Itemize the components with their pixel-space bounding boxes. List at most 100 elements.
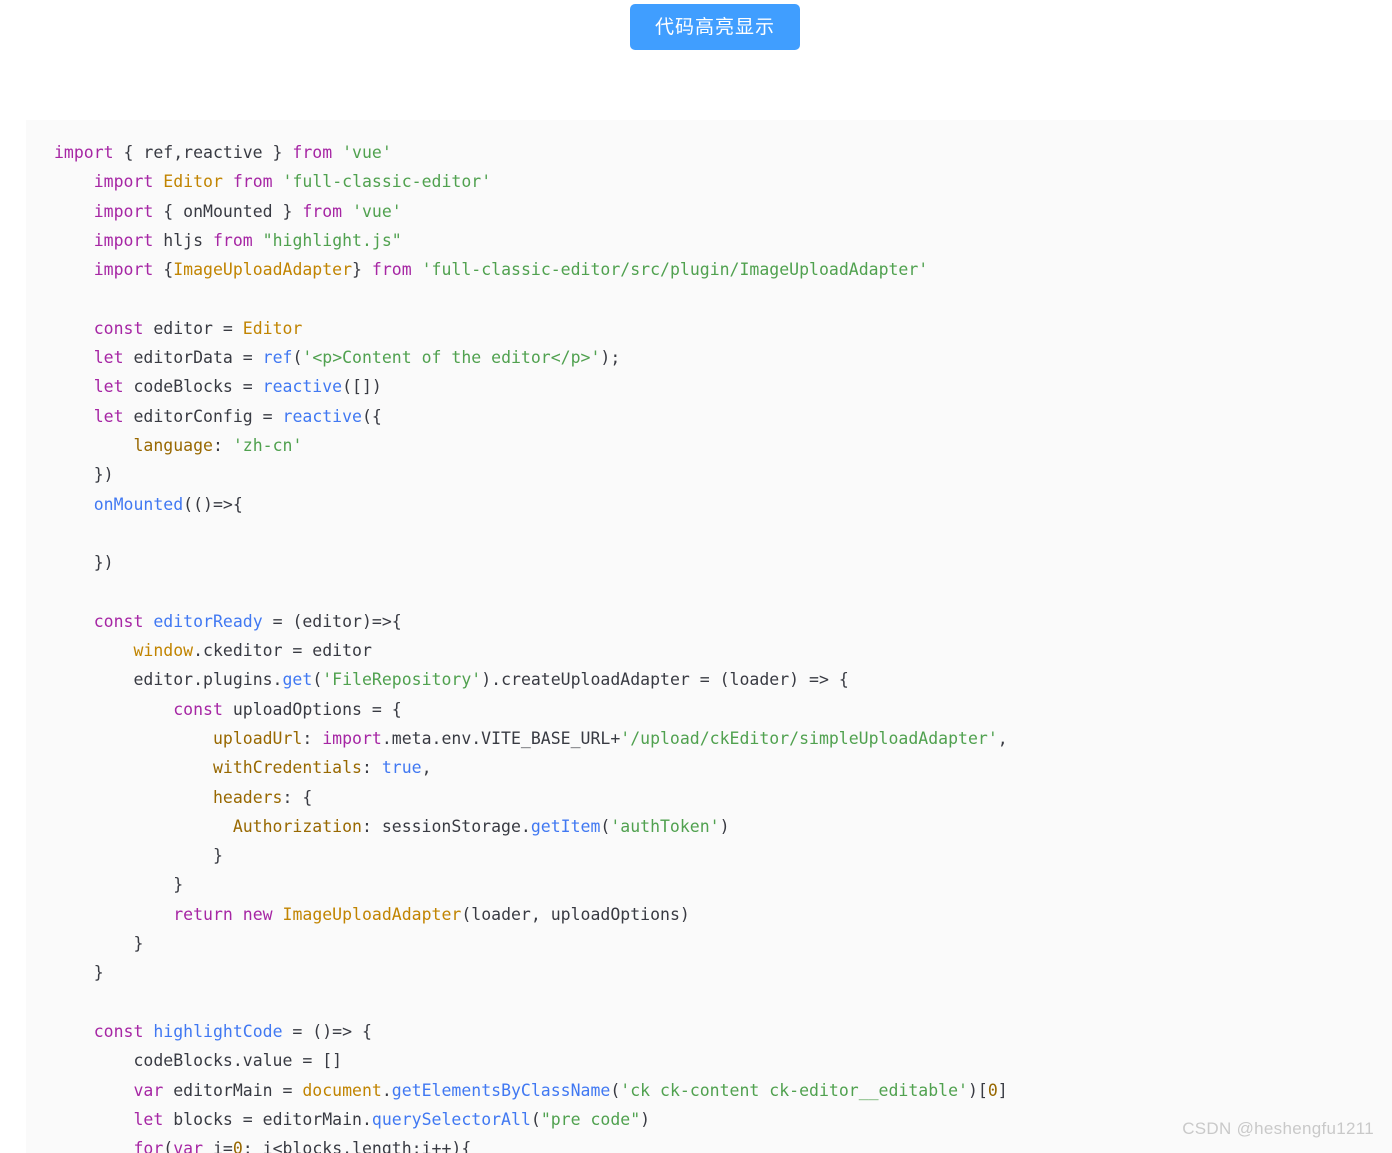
- code-token-plain: (: [163, 1139, 174, 1153]
- code-token-plain: codeBlocks.value = []: [133, 1051, 343, 1071]
- code-token-keyword: from: [292, 143, 333, 162]
- code-token-plain: = (editor)=>{: [262, 611, 402, 631]
- code-token-class: Editor: [242, 318, 303, 338]
- code-token-plain: .meta.env.VITE_BASE_URL+: [381, 728, 621, 748]
- code-token-string: "highlight.js": [262, 230, 402, 250]
- code-token-plain: ([]): [342, 377, 382, 397]
- code-token-plain: blocks = editorMain.: [163, 1109, 372, 1129]
- code-token-attr: withCredentials: [212, 758, 362, 778]
- code-token-plain: (: [600, 816, 611, 836]
- code-token-keyword: from: [212, 230, 253, 250]
- code-token-title: onMounted: [93, 494, 184, 514]
- code-line: codeBlocks.value = []: [54, 1046, 1392, 1075]
- code-line: import { onMounted } from 'vue': [54, 197, 1392, 226]
- code-line: }): [54, 460, 1392, 489]
- code-token-string: '<p>Content of the editor</p>': [302, 348, 601, 368]
- code-token-title: getItem: [530, 816, 601, 836]
- code-token-keyword: const: [93, 1021, 144, 1041]
- code-token-keyword: for: [133, 1139, 164, 1153]
- code-line: const highlightCode = ()=> {: [54, 1017, 1392, 1046]
- code-token-string: 'authToken': [610, 816, 720, 836]
- code-token-title: reactive: [282, 406, 362, 426]
- code-token-plain: ({: [362, 406, 382, 426]
- code-token-title: getElementsByClassName: [391, 1080, 611, 1100]
- code-token-keyword: let: [93, 348, 124, 368]
- code-token-plain: (()=>{: [183, 494, 243, 514]
- code-token-plain: .ckeditor = editor: [193, 641, 372, 661]
- code-token-keyword: import: [93, 260, 154, 280]
- code-token-string: 'vue': [342, 143, 392, 162]
- code-token-builtin: document: [302, 1080, 382, 1100]
- code-line: }): [54, 548, 1392, 577]
- code-token-string: 'ck ck-content ck-editor__editable': [620, 1080, 968, 1100]
- code-line: let codeBlocks = reactive([]): [54, 372, 1392, 401]
- code-token-keyword: return: [173, 904, 233, 924]
- code-line: var editorMain = document.getElementsByC…: [54, 1076, 1392, 1105]
- toolbar: 代码高亮显示: [0, 0, 1392, 120]
- code-token-keyword: var: [133, 1080, 164, 1100]
- code-line: window.ckeditor = editor: [54, 636, 1392, 665]
- code-line: import {ImageUploadAdapter} from 'full-c…: [54, 255, 1392, 284]
- code-line: import Editor from 'full-classic-editor': [54, 167, 1392, 196]
- code-token-string: 'FileRepository': [322, 670, 482, 690]
- code-token-plain: editor.plugins.: [133, 670, 283, 690]
- code-token-plain: editorData =: [123, 348, 263, 368]
- code-line: const editor = Editor: [54, 314, 1392, 343]
- code-token-plain: }: [93, 963, 104, 983]
- code-token-plain: ,: [421, 758, 432, 778]
- code-line: let editorData = ref('<p>Content of the …: [54, 343, 1392, 372]
- code-token-title: editorReady: [153, 611, 263, 631]
- code-token-plain: hljs: [153, 230, 213, 250]
- code-token-plain: editor =: [143, 318, 243, 338]
- code-line: }: [54, 929, 1392, 958]
- code-token-plain: ]: [997, 1080, 1008, 1100]
- code-token-keyword: const: [93, 318, 144, 338]
- code-token-plain: }): [93, 553, 114, 573]
- highlight-code-button[interactable]: 代码高亮显示: [630, 4, 800, 50]
- code-token-plain: = ()=> {: [282, 1021, 372, 1041]
- code-token-plain: }): [93, 465, 114, 485]
- code-token-plain: }: [212, 846, 223, 866]
- code-line: let editorConfig = reactive({: [54, 402, 1392, 431]
- code-token-plain: editorMain =: [163, 1080, 303, 1100]
- code-listing: import { ref,reactive } from 'vue' impor…: [26, 120, 1392, 1153]
- code-panel: import { ref,reactive } from 'vue' impor…: [26, 120, 1392, 1153]
- code-token-keyword: const: [93, 611, 144, 631]
- code-token-literal: true: [381, 758, 422, 778]
- code-token-attr: headers: [212, 787, 283, 807]
- code-line: language: 'zh-cn': [54, 431, 1392, 460]
- code-token-keyword: import: [93, 230, 154, 250]
- code-token-number: 0: [232, 1139, 243, 1153]
- code-token-title: highlightCode: [153, 1021, 283, 1041]
- code-token-plain: editorConfig =: [123, 406, 283, 426]
- code-token-plain: : sessionStorage.: [361, 816, 531, 836]
- code-token-string: 'full-classic-editor': [282, 172, 492, 192]
- code-line: }: [54, 870, 1392, 899]
- code-token-keyword: let: [93, 406, 124, 426]
- code-token-keyword: import: [93, 201, 154, 221]
- code-token-keyword: new: [242, 904, 273, 924]
- code-token-string: '/upload/ckEditor/simpleUploadAdapter': [620, 728, 998, 748]
- code-token-keyword: let: [133, 1109, 164, 1129]
- code-line: uploadUrl: import.meta.env.VITE_BASE_URL…: [54, 724, 1392, 753]
- code-token-plain: i=: [203, 1139, 233, 1153]
- code-token-keyword: var: [173, 1139, 204, 1153]
- code-token-keyword: from: [302, 201, 343, 221]
- code-token-plain: { ref,reactive }: [113, 143, 293, 162]
- code-token-attr: Authorization: [232, 816, 362, 836]
- code-token-string: "pre code": [540, 1109, 641, 1129]
- code-token-plain: .: [381, 1080, 392, 1100]
- code-token-plain: {: [153, 260, 174, 280]
